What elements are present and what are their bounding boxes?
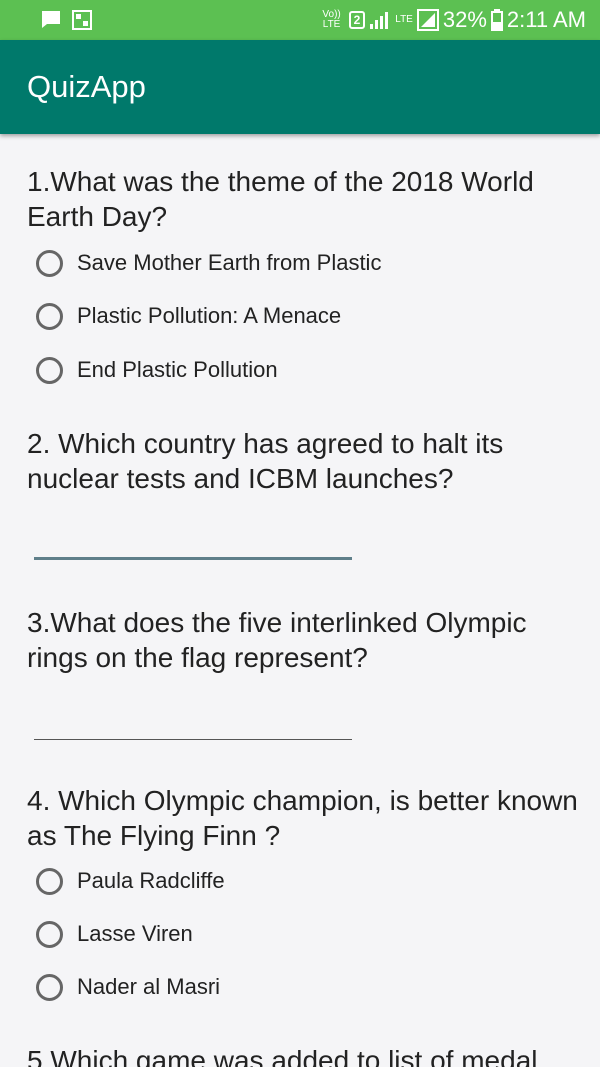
signal-strength-icon <box>416 9 439 31</box>
app-title: QuizApp <box>27 69 146 104</box>
option-label: End Plastic Pollution <box>77 357 278 382</box>
q1-option-1[interactable]: Save Mother Earth from Plastic <box>36 243 381 283</box>
message-icon <box>42 11 60 28</box>
option-label: Plastic Pollution: A Menace <box>77 303 342 328</box>
q4-option-1[interactable]: Paula Radcliffe <box>36 861 225 901</box>
q4-option-3[interactable]: Nader al Masri <box>36 967 220 1007</box>
radio-button[interactable] <box>36 249 63 277</box>
battery-percent: 32% <box>442 7 487 32</box>
option-label: Nader al Masri <box>77 974 221 999</box>
q1-option-3[interactable]: End Plastic Pollution <box>36 350 278 390</box>
q4-option-2[interactable]: Lasse Viren <box>36 914 193 954</box>
volte-indicator: Vo)) LTE <box>322 9 341 30</box>
radio-button[interactable] <box>36 867 63 895</box>
option-label: Lasse Viren <box>77 921 193 946</box>
quiz-content[interactable]: 1.What was the theme of the 2018 World E… <box>0 134 600 1067</box>
question-5-text: 5.Which game was added to list of medal <box>27 1045 538 1067</box>
radio-button[interactable] <box>36 356 63 384</box>
radio-button[interactable] <box>36 302 63 330</box>
option-label: Save Mother Earth from Plastic <box>77 250 382 275</box>
clock: 2:11 AM <box>506 7 586 32</box>
radio-button[interactable] <box>36 920 63 948</box>
radio-button[interactable] <box>36 973 63 1001</box>
app-bar: QuizApp <box>0 40 600 134</box>
sim-badge: 2 <box>348 11 366 29</box>
battery-icon <box>490 9 503 31</box>
question-2-text: 2. Which country has agreed to halt its … <box>27 428 504 494</box>
lte-indicator: LTE <box>395 14 413 25</box>
signal-icon <box>370 12 389 29</box>
q1-option-2[interactable]: Plastic Pollution: A Menace <box>36 296 341 336</box>
option-label: Paula Radcliffe <box>77 868 225 893</box>
gallery-icon <box>72 10 92 30</box>
question-3-text: 3.What does the five interlinked Olympic… <box>27 607 527 673</box>
status-bar: Vo)) LTE 2 LTE 32% 2:11 AM <box>0 0 600 40</box>
question-4-text: 4. Which Olympic champion, is better kno… <box>27 785 578 851</box>
question-1-text: 1.What was the theme of the 2018 World E… <box>27 166 534 232</box>
q3-answer-input[interactable] <box>34 709 352 740</box>
q2-answer-input[interactable] <box>34 527 352 560</box>
